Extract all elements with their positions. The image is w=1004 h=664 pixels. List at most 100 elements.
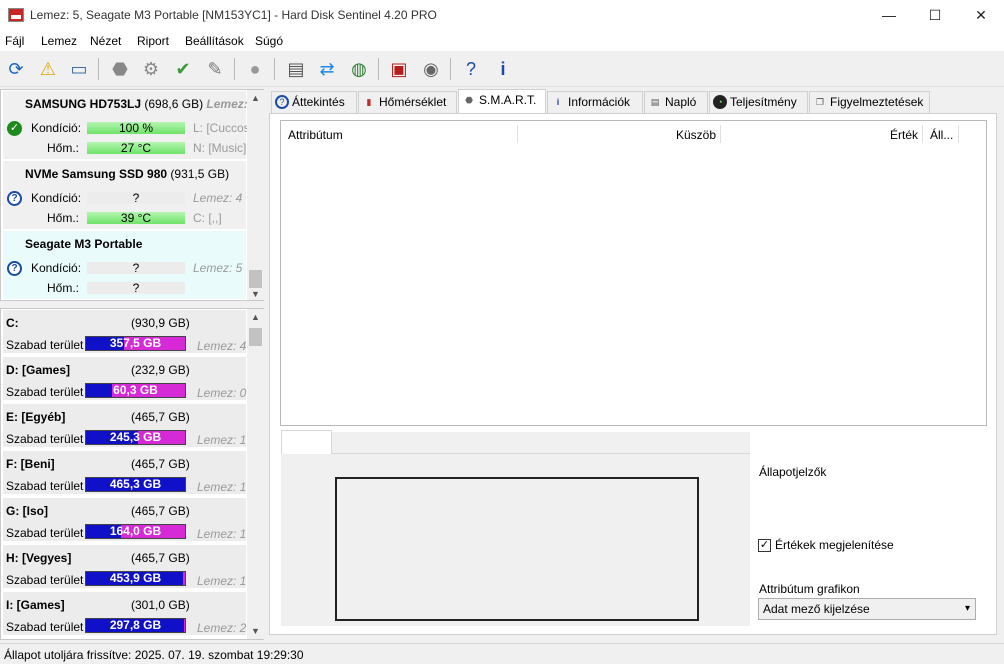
partition-disk-number: Lemez: 1 <box>197 433 247 447</box>
scroll-down-icon[interactable]: ▼ <box>247 286 264 303</box>
partition-size: (301,0 GB) <box>131 598 190 612</box>
report-icon[interactable]: ▤ <box>283 56 309 82</box>
tab-log[interactable]: ▤ Napló <box>644 91 708 113</box>
partition-size: (465,7 GB) <box>131 457 190 471</box>
menu-help[interactable]: Súgó <box>255 34 283 48</box>
monitor-icon[interactable]: ▣ <box>386 56 412 82</box>
partition-name: H: [Vegyes] <box>6 551 72 565</box>
free-space-bar: 357,5 GB <box>85 336 186 351</box>
partition-card[interactable]: E: [Egyéb] (465,7 GB) Szabad terület 245,3 … <box>3 404 246 449</box>
menu-view[interactable]: Nézet <box>90 34 121 48</box>
drive-icon[interactable]: ⬣ <box>107 56 133 82</box>
partition-name: C: <box>6 316 19 330</box>
partition-size: (465,7 GB) <box>131 504 190 518</box>
partition-card[interactable]: C: (930,9 GB) Szabad terület 357,5 GB Lemez:… <box>3 310 246 355</box>
menu-report[interactable]: Riport <box>137 34 169 48</box>
disk-number: Lemez: 4 <box>193 191 243 205</box>
toolbar: ⟳ ⚠ ▭ ⬣ ⚙ ✔ ✎ ● ▤ ⇄ ◍ ▣ ◉ ? i <box>0 51 1004 87</box>
partition-disk-number: Lemez: 1 <box>197 480 247 494</box>
temperature-bar: 27 °C <box>87 142 185 154</box>
network-icon[interactable]: ◍ <box>346 56 372 82</box>
disk-card[interactable]: SAMSUNG HD753LJ (698,6 GB) Lemez: 3 ✓ Ko… <box>3 91 258 159</box>
menu-disk[interactable]: Lemez <box>41 34 77 48</box>
partition-list-scrollbar[interactable]: ▲ ▼ <box>247 309 264 639</box>
sync-icon[interactable]: ⇄ <box>314 56 340 82</box>
temperature-label: Hőm.: <box>47 211 80 225</box>
tab-overview[interactable]: ? Áttekintés <box>271 91 357 113</box>
log-icon: ▤ <box>650 97 660 107</box>
circle-icon[interactable]: ● <box>242 56 268 82</box>
disk-name: NVMe Samsung SSD 980 (931,5 GB) <box>25 167 230 181</box>
speaker-icon[interactable]: ◉ <box>418 56 444 82</box>
scroll-up-icon[interactable]: ▲ <box>247 309 264 326</box>
partition-name: F: [Beni] <box>6 457 55 471</box>
status-text: Állapot utoljára frissítve: 2025. 07. 19… <box>4 648 304 662</box>
free-space-label: Szabad terület <box>6 620 84 634</box>
disk-number: Lemez: 5 <box>193 261 243 275</box>
tab-smart[interactable]: ⬣ S.M.A.R.T. <box>458 89 546 114</box>
help-icon[interactable]: ? <box>458 56 484 82</box>
chevron-down-icon: ▾ <box>964 603 970 614</box>
disk-icon[interactable]: ▭ <box>66 56 92 82</box>
free-space-value: 245,3 GB <box>109 430 162 444</box>
thermometer-icon: ▮ <box>366 97 372 107</box>
smart-attribute-table[interactable]: Attribútum Küszöb Érték Áll... <box>280 120 987 426</box>
scroll-up-icon[interactable]: ▲ <box>247 90 264 107</box>
refresh-icon[interactable]: ⟳ <box>3 56 29 82</box>
free-space-bar: 164,0 GB <box>85 524 186 539</box>
partition-card[interactable]: F: [Beni] (465,7 GB) Szabad terület 465,3 G… <box>3 451 246 496</box>
temperature-label: Hőm.: <box>47 141 80 155</box>
partition-card[interactable]: G: [Iso] (465,7 GB) Szabad terület 164,0 GB… <box>3 498 246 543</box>
menu-file[interactable]: Fájl <box>5 34 24 48</box>
warning-icon[interactable]: ⚠ <box>35 56 61 82</box>
scroll-thumb[interactable] <box>249 328 262 346</box>
column-header-attribute[interactable]: Attribútum <box>288 128 343 142</box>
column-header-threshold[interactable]: Küszöb <box>676 128 716 142</box>
tab-performance[interactable]: ◔ Teljesítmény <box>709 91 808 113</box>
close-button[interactable]: ✕ <box>958 0 1004 31</box>
graph-tab[interactable] <box>281 430 332 454</box>
free-space-value: 297,8 GB <box>109 618 162 632</box>
partition-name: I: [Games] <box>6 598 65 612</box>
column-header-value[interactable]: Érték <box>890 128 918 142</box>
free-space-bar: 245,3 GB <box>85 430 186 445</box>
partition-name: G: [Iso] <box>6 504 48 518</box>
partition-card[interactable]: D: [Games] (232,9 GB) Szabad terület 60,3 G… <box>3 357 246 402</box>
drive-settings-icon[interactable]: ⚙ <box>138 56 164 82</box>
drive-tool-icon[interactable]: ✎ <box>202 56 228 82</box>
partition-card[interactable]: I: [Games] (301,0 GB) Szabad terület 297,8 … <box>3 592 246 637</box>
info-icon: i <box>556 97 560 107</box>
temperature-label: Hőm.: <box>47 281 80 295</box>
free-space-bar: 453,9 GB <box>85 571 186 586</box>
disk-list-scrollbar[interactable]: ▲ ▼ <box>247 90 264 300</box>
status-bar: Állapot utoljára frissítve: 2025. 07. 19… <box>0 643 1004 664</box>
disk-side-info: L: [Cuccos <box>193 121 247 135</box>
tab-alerts[interactable]: ❐ Figyelmeztetések <box>809 91 930 113</box>
disk-card-selected[interactable]: Seagate M3 Portable ? Kondíció: ? Lemez:… <box>3 231 246 299</box>
maximize-button[interactable]: ☐ <box>912 0 958 31</box>
attribute-graph-select[interactable]: Adat mező kijelzése ▾ <box>758 598 976 620</box>
condition-bar: ? <box>87 262 185 274</box>
temperature-bar: ? <box>87 282 185 294</box>
partition-size: (232,9 GB) <box>131 363 190 377</box>
tab-temperature[interactable]: ▮ Hőmérséklet <box>358 91 457 113</box>
column-header-status[interactable]: Áll... <box>930 128 953 142</box>
free-space-label: Szabad terület <box>6 385 84 399</box>
tab-information[interactable]: i Információk <box>547 91 643 113</box>
disk-side-info: C: [,,] <box>193 211 222 225</box>
partition-card[interactable]: H: [Vegyes] (465,7 GB) Szabad terület 453,9… <box>3 545 246 590</box>
smart-drive-icon: ⬣ <box>465 95 473 105</box>
menu-settings[interactable]: Beállítások <box>185 34 244 48</box>
condition-label: Kondíció: <box>31 191 82 205</box>
partition-disk-number: Lemez: 4 <box>197 339 247 353</box>
info-icon[interactable]: i <box>490 56 516 82</box>
drive-ok-icon[interactable]: ✔ <box>170 56 196 82</box>
show-values-checkbox[interactable]: ✓ Értékek megjelenítése <box>758 538 894 552</box>
disk-card[interactable]: NVMe Samsung SSD 980 (931,5 GB) ? Kondíc… <box>3 161 246 229</box>
question-icon: ? <box>275 95 289 109</box>
scroll-down-icon[interactable]: ▼ <box>247 623 264 640</box>
checkbox-checked-icon[interactable]: ✓ <box>758 538 771 552</box>
attribute-graph-canvas <box>335 477 699 621</box>
minimize-button[interactable]: — <box>866 0 912 31</box>
free-space-label: Szabad terület <box>6 432 84 446</box>
